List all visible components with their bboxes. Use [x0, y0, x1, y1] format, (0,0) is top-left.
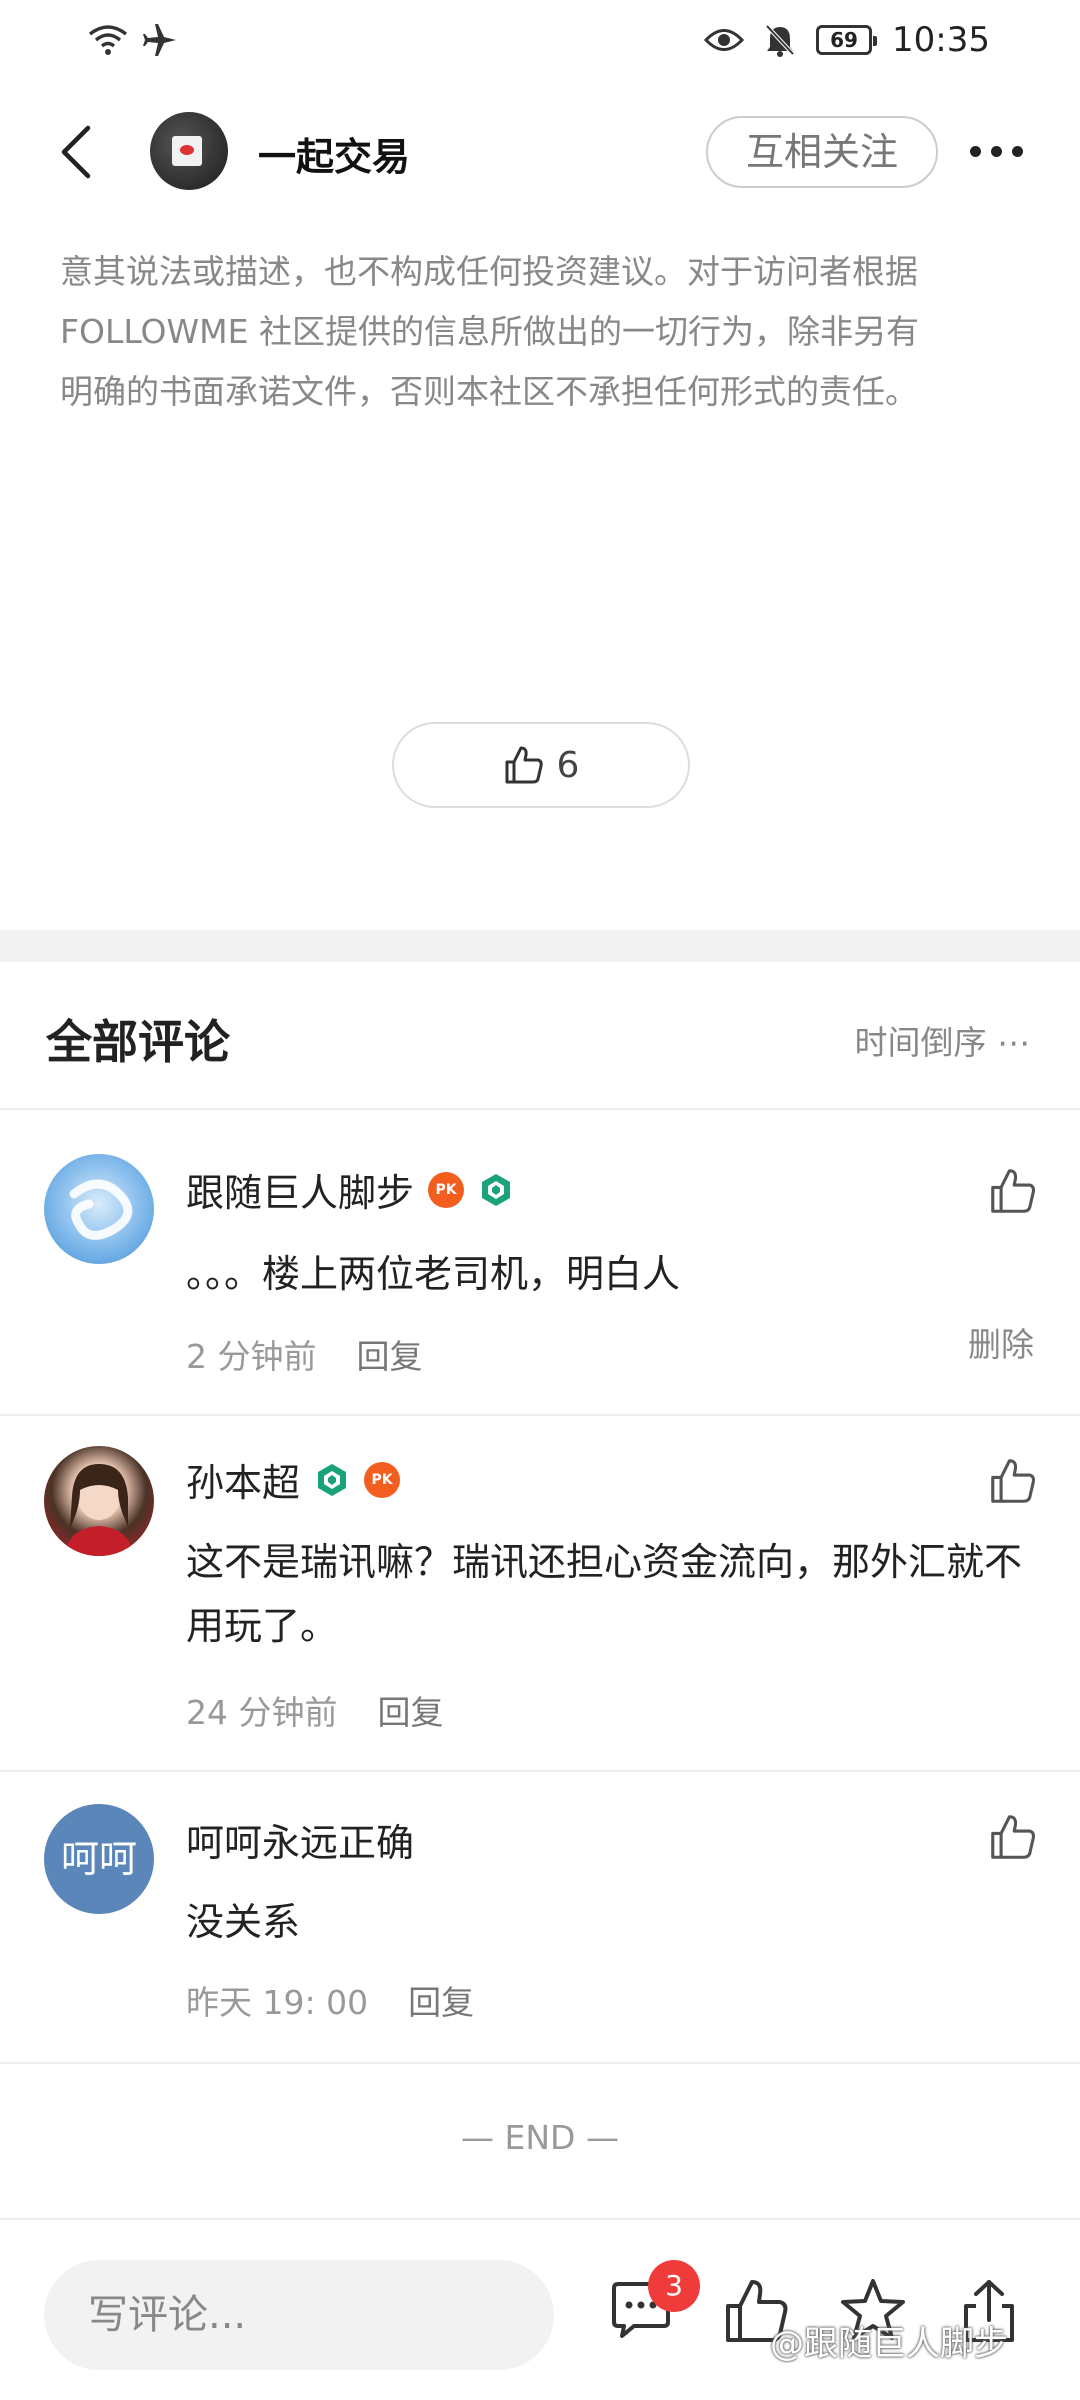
top-nav: 一起交易 互相关注	[0, 100, 1080, 204]
end-marker: — END —	[461, 2118, 619, 2157]
reply-button[interactable]: 回复	[408, 1976, 474, 2024]
comment-time: 2 分钟前	[186, 1337, 317, 1376]
commenter-avatar[interactable]	[44, 1446, 154, 1556]
follow-button[interactable]: 互相关注	[706, 116, 938, 188]
pk-badge-icon: PK	[364, 1461, 401, 1498]
status-time: 10:35	[892, 20, 990, 60]
airplane-icon	[143, 24, 176, 56]
back-icon[interactable]	[50, 122, 110, 182]
bottom-bar: 写评论... 3 @跟随巨人脚步	[0, 2218, 1080, 2400]
commenter-name[interactable]: 呵呵永远正确	[186, 1812, 414, 1867]
comment-time: 昨天 19: 00	[186, 1983, 369, 2022]
comment-meta: 2 分钟前 回复	[186, 1330, 423, 1378]
author-name[interactable]: 一起交易	[258, 126, 410, 181]
wifi-icon	[88, 25, 128, 55]
post-like-button[interactable]: 6	[392, 722, 690, 808]
disclaimer-line: 明确的书面承诺文件，否则本社区不承担任何形式的责任。	[60, 372, 918, 411]
comment-count-badge: 3	[648, 2260, 700, 2312]
comment-meta: 昨天 19: 00 回复	[186, 1976, 474, 2024]
cloud-avatar-icon	[69, 1179, 133, 1240]
pk-badge-icon: PK	[428, 1171, 465, 1208]
reply-button[interactable]: 回复	[357, 1330, 423, 1378]
disclaimer-text: 意其说法或描述，也不构成任何投资建议。对于访问者根据 FOLLOWME 社区提供…	[60, 242, 1020, 422]
watermark: @跟随巨人脚步	[770, 2316, 1008, 2365]
delete-button[interactable]: 删除	[968, 1318, 1034, 1366]
watermark-text: @跟随巨人脚步	[770, 2324, 1008, 2364]
verified-badge-icon	[482, 1173, 511, 1206]
commenter-avatar[interactable]: 呵呵	[44, 1804, 154, 1914]
comment-item: 孙本超 PK 这不是瑞讯嘛？瑞讯还担心资金流向，那外汇就不用玩了。 24 分钟前…	[0, 1416, 1080, 1772]
commenter-name-row: 孙本超 PK	[186, 1452, 401, 1507]
sort-toggle[interactable]: 时间倒序 ⋯	[855, 1016, 1031, 1064]
portrait-avatar-icon	[64, 1464, 134, 1556]
comment-text: 没关系	[186, 1900, 301, 1944]
status-bar: 69 10:35	[0, 0, 1080, 80]
comment-text: 。。。楼上两位老司机，明白人	[186, 1252, 681, 1296]
comment-like-icon[interactable]	[988, 1812, 1038, 1862]
comment-item: 跟随巨人脚步 PK 。。。楼上两位老司机，明白人 2 分钟前 回复 删除	[0, 1112, 1080, 1416]
section-divider	[0, 930, 1080, 962]
commenter-name[interactable]: 跟随巨人脚步	[186, 1162, 414, 1217]
battery-icon: 69	[816, 25, 878, 55]
thumbs-up-icon	[505, 746, 543, 784]
comments-header: 全部评论 时间倒序 ⋯	[0, 1000, 1080, 1110]
commenter-name[interactable]: 孙本超	[186, 1452, 300, 1507]
reply-button[interactable]: 回复	[377, 1686, 443, 1734]
disclaimer-line: FOLLOWME 社区提供的信息所做出的一切行为，除非另有	[60, 312, 919, 351]
disclaimer-line: 意其说法或描述，也不构成任何投资建议。对于访问者根据	[60, 252, 918, 291]
comment-input[interactable]: 写评论...	[44, 2260, 554, 2370]
comments-title: 全部评论	[46, 1015, 230, 1069]
bell-off-icon	[765, 24, 795, 57]
comment-like-icon[interactable]	[988, 1456, 1038, 1506]
commenter-avatar[interactable]	[44, 1154, 154, 1264]
more-options-icon[interactable]	[970, 136, 1040, 166]
comment-text: 这不是瑞讯嘛？瑞讯还担心资金流向，那外汇就不用玩了。	[186, 1540, 1023, 1648]
post-like-count: 6	[556, 744, 580, 786]
comment-time: 24 分钟前	[186, 1693, 338, 1732]
author-avatar[interactable]	[150, 112, 228, 190]
commenter-name-row: 呵呵永远正确	[186, 1812, 414, 1867]
comment-meta: 24 分钟前 回复	[186, 1686, 443, 1734]
comment-item: 呵呵 呵呵永远正确 没关系 昨天 19: 00 回复	[0, 1772, 1080, 2064]
commenter-name-row: 跟随巨人脚步 PK	[186, 1162, 514, 1217]
comment-like-icon[interactable]	[988, 1166, 1038, 1216]
verified-badge-icon	[318, 1463, 347, 1496]
eye-icon	[704, 29, 745, 51]
